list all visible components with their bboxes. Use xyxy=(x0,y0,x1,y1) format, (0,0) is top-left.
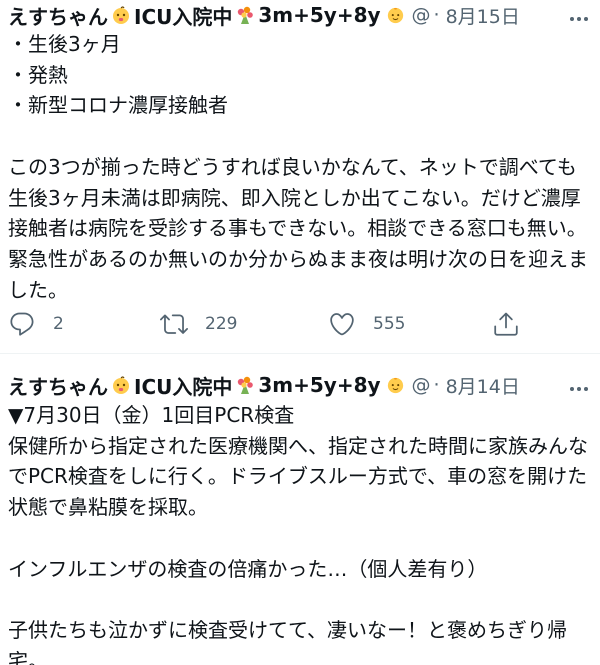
display-name[interactable]: えすちゃん xyxy=(8,1,108,30)
retweet-button[interactable]: 229 xyxy=(160,306,237,342)
display-name-status: ICU入院中 xyxy=(134,4,233,29)
baby-face-emoji-icon xyxy=(387,7,404,24)
tweet-text: ・生後3ヶ月 ・発熱 ・新型コロナ濃厚接触者 この3つが揃った時どうすれば良いか… xyxy=(8,32,588,302)
handle-date: @ · 8月15日 xyxy=(412,2,520,29)
separator: · xyxy=(433,4,440,26)
separator: · xyxy=(433,374,440,396)
share-button[interactable] xyxy=(492,306,520,342)
handle[interactable]: @ xyxy=(412,374,431,396)
bouquet-emoji-icon xyxy=(235,5,255,25)
share-icon xyxy=(492,310,520,338)
display-name-suffix: 3m+5y+8y xyxy=(258,3,381,27)
timeline: えすちゃん ICU入院中 3m+5y+8y @ · 8月15日 ・生後3ヶ月 ・… xyxy=(0,0,600,665)
handle[interactable]: @ xyxy=(412,4,431,26)
tweet-text: ▼7月30日（金）1回目PCR検査 保健所から指定された医療機関へ、指定された時… xyxy=(8,403,588,665)
more-dots-icon xyxy=(569,377,589,396)
reply-icon xyxy=(8,310,36,338)
tweet[interactable]: えすちゃん ICU入院中 3 xyxy=(0,354,600,665)
timestamp[interactable]: 8月15日 xyxy=(446,2,520,29)
like-count: 555 xyxy=(373,314,406,334)
retweet-icon xyxy=(160,310,188,338)
tweet-actions: 2 229 555 xyxy=(0,306,600,342)
baby-emoji-icon xyxy=(111,375,131,395)
display-name-status: ICU入院中 xyxy=(134,374,233,399)
timestamp[interactable]: 8月14日 xyxy=(446,372,520,399)
retweet-count: 229 xyxy=(205,314,238,334)
like-button[interactable]: 555 xyxy=(328,306,405,342)
tweet-header: えすちゃん ICU入院中 3 xyxy=(8,370,564,400)
display-name-suffix: 3m+5y+8y xyxy=(258,373,381,397)
handle-date: @ · 8月14日 xyxy=(412,372,520,399)
reply-count: 2 xyxy=(53,314,64,334)
more-button[interactable] xyxy=(566,3,592,29)
tweet[interactable]: えすちゃん ICU入院中 3 xyxy=(0,0,600,354)
more-dots-icon xyxy=(569,7,589,26)
heart-icon xyxy=(328,310,356,338)
display-name[interactable]: えすちゃん xyxy=(8,371,108,400)
baby-emoji-icon xyxy=(111,5,131,25)
baby-face-emoji-icon xyxy=(387,377,404,394)
bouquet-emoji-icon xyxy=(235,375,255,395)
tweet-header: えすちゃん ICU入院中 3 xyxy=(8,0,564,30)
reply-button[interactable]: 2 xyxy=(8,306,64,342)
more-button[interactable] xyxy=(566,373,592,399)
